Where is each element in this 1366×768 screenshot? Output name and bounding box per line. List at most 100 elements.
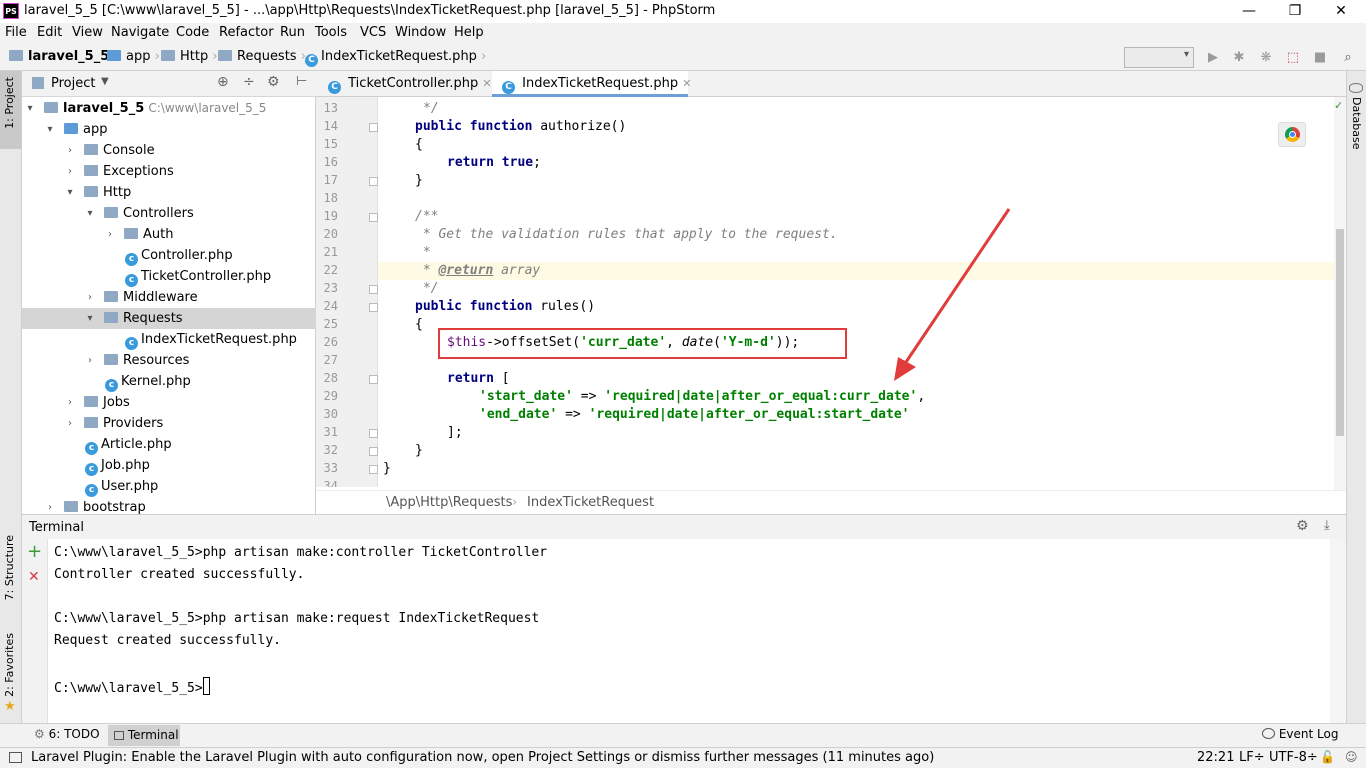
menu-file[interactable]: File bbox=[5, 25, 27, 40]
favorites-tool-tab[interactable]: 2: Favorites ★ bbox=[0, 631, 21, 719]
code-line-19[interactable]: /** bbox=[415, 209, 438, 224]
menu-help[interactable]: Help bbox=[454, 25, 484, 40]
menu-code[interactable]: Code bbox=[176, 25, 209, 40]
tree-item-bootstrap[interactable]: › bootstrap bbox=[22, 497, 316, 514]
close-window-button[interactable]: ✕ bbox=[1318, 0, 1364, 23]
fold-marker-icon[interactable] bbox=[369, 285, 378, 294]
tab-ticketcontroller[interactable]: C TicketController.php ✕ bbox=[318, 71, 492, 97]
menu-vcs[interactable]: VCS bbox=[360, 25, 386, 40]
tree-item-app[interactable]: ▾ app bbox=[22, 119, 316, 140]
terminal-prompt-line[interactable]: C:\www\laravel_5_5> bbox=[54, 677, 210, 696]
code-line-14[interactable]: public function authorize() bbox=[415, 119, 626, 134]
maximize-button[interactable]: ❐ bbox=[1272, 0, 1318, 23]
code-line-32[interactable]: } bbox=[415, 443, 423, 458]
menu-refactor[interactable]: Refactor bbox=[219, 25, 274, 40]
terminal-tool-tab[interactable]: Terminal bbox=[108, 725, 180, 746]
fold-marker-icon[interactable] bbox=[369, 429, 378, 438]
code-line-33[interactable]: } bbox=[383, 461, 391, 476]
profile-icon[interactable]: ⬚ bbox=[1285, 50, 1301, 66]
inspector-icon[interactable]: ☺ bbox=[1345, 750, 1358, 764]
stop-icon[interactable]: ■ bbox=[1312, 50, 1328, 66]
code-line-23[interactable]: */ bbox=[415, 281, 439, 296]
code-line-28[interactable]: return [ bbox=[447, 371, 510, 386]
code-line-13[interactable]: */ bbox=[423, 101, 439, 116]
fold-marker-icon[interactable] bbox=[369, 447, 378, 456]
tree-item-controllers[interactable]: ▾ Controllers bbox=[22, 203, 316, 224]
collapse-all-icon[interactable]: ÷ bbox=[243, 74, 255, 90]
code-line-22[interactable]: * @return array bbox=[415, 263, 540, 278]
tree-item-article-php[interactable]: c Article.php bbox=[22, 434, 316, 455]
structure-tool-tab[interactable]: 7: Structure bbox=[0, 533, 21, 618]
project-view-selector[interactable]: Project bbox=[51, 76, 95, 91]
status-message[interactable]: Laravel Plugin: Enable the Laravel Plugi… bbox=[31, 750, 934, 765]
event-log-tool-tab[interactable]: Event Log bbox=[1262, 727, 1338, 741]
fold-marker-icon[interactable] bbox=[369, 375, 378, 384]
run-icon[interactable]: ▶ bbox=[1205, 50, 1221, 66]
todo-tool-tab[interactable]: ⚙ 6: TODO bbox=[28, 727, 106, 745]
tree-item-controller-php[interactable]: c Controller.php bbox=[22, 245, 316, 266]
scroll-from-source-icon[interactable]: ⊕ bbox=[217, 74, 229, 90]
browser-preview-icon[interactable] bbox=[1278, 122, 1306, 147]
tree-item-ticketcontroller-php[interactable]: c TicketController.php bbox=[22, 266, 316, 287]
code-line-20[interactable]: * Get the validation rules that apply to… bbox=[415, 227, 838, 242]
chevron-down-icon[interactable]: ▼ bbox=[101, 76, 109, 87]
tree-item-indexticketrequest-php[interactable]: c IndexTicketRequest.php bbox=[22, 329, 316, 350]
search-icon[interactable]: ⌕ bbox=[1340, 50, 1356, 66]
tree-item-job-php[interactable]: c Job.php bbox=[22, 455, 316, 476]
coverage-icon[interactable]: ❋ bbox=[1258, 50, 1274, 66]
gear-icon[interactable]: ⚙ bbox=[267, 74, 280, 90]
gear-icon[interactable]: ⚙ bbox=[1296, 518, 1309, 534]
tree-item-auth[interactable]: › Auth bbox=[22, 224, 316, 245]
code-line-29[interactable]: 'start_date' => 'required|date|after_or_… bbox=[479, 389, 925, 404]
database-icon[interactable] bbox=[1349, 83, 1363, 93]
run-config-dropdown[interactable]: ▾ bbox=[1124, 47, 1194, 68]
menu-run[interactable]: Run bbox=[280, 25, 305, 40]
minimize-button[interactable]: — bbox=[1226, 0, 1272, 23]
tree-item-project-root[interactable]: ▾ laravel_5_5 C:\www\laravel_5_5 bbox=[22, 98, 316, 119]
code-line-15[interactable]: { bbox=[415, 137, 423, 152]
breadcrumb-http[interactable]: Http › bbox=[161, 49, 218, 64]
code-line-25[interactable]: { bbox=[415, 317, 423, 332]
close-tab-icon[interactable]: ✕ bbox=[482, 77, 491, 90]
tree-item-jobs[interactable]: › Jobs bbox=[22, 392, 316, 413]
tree-item-requests[interactable]: ▾ Requests bbox=[22, 308, 316, 329]
code-line-16[interactable]: return true; bbox=[447, 155, 541, 170]
editor-crumb-namespace[interactable]: \App\Http\Requests bbox=[386, 495, 512, 510]
project-tool-tab[interactable]: 1: Project bbox=[0, 71, 21, 149]
tree-item-user-php[interactable]: c User.php bbox=[22, 476, 316, 497]
tab-indexticketrequest[interactable]: C IndexTicketRequest.php ✕ bbox=[492, 71, 691, 97]
menu-navigate[interactable]: Navigate bbox=[111, 25, 169, 40]
new-session-icon[interactable]: + bbox=[27, 543, 42, 561]
caret-position[interactable]: 22:21 bbox=[1197, 750, 1234, 765]
breadcrumb-app[interactable]: app › bbox=[107, 49, 160, 64]
tree-item-providers[interactable]: › Providers bbox=[22, 413, 316, 434]
terminal-scrollbar[interactable] bbox=[1330, 539, 1346, 724]
breadcrumb-project[interactable]: laravel_5_5 › bbox=[9, 49, 119, 64]
tree-item-console[interactable]: › Console bbox=[22, 140, 316, 161]
editor-scrollbar[interactable]: ✓ bbox=[1334, 97, 1346, 490]
editor-crumb-class[interactable]: IndexTicketRequest bbox=[527, 495, 654, 510]
tree-item-resources[interactable]: › Resources bbox=[22, 350, 316, 371]
tree-item-http[interactable]: ▾ Http bbox=[22, 182, 316, 203]
database-tool-label[interactable]: Database bbox=[1350, 97, 1363, 150]
menu-edit[interactable]: Edit bbox=[37, 25, 62, 40]
menu-view[interactable]: View bbox=[72, 25, 103, 40]
encoding-selector[interactable]: UTF-8÷ bbox=[1269, 750, 1318, 765]
code-line-24[interactable]: public function rules() bbox=[415, 299, 595, 314]
scroll-thumb[interactable] bbox=[1336, 229, 1344, 436]
close-tab-icon[interactable]: ✕ bbox=[682, 77, 691, 90]
close-session-icon[interactable]: ✕ bbox=[28, 569, 40, 585]
toggle-tool-windows-icon[interactable] bbox=[9, 752, 22, 763]
breadcrumb-requests[interactable]: Requests › bbox=[218, 49, 306, 64]
minimize-panel-icon[interactable]: ⤓ bbox=[1324, 518, 1330, 533]
tree-item-kernel-php[interactable]: c Kernel.php bbox=[22, 371, 316, 392]
code-line-31[interactable]: ]; bbox=[447, 425, 463, 440]
tree-item-exceptions[interactable]: › Exceptions bbox=[22, 161, 316, 182]
hide-panel-icon[interactable]: ⊢ bbox=[296, 74, 307, 89]
lock-icon[interactable]: 🔓 bbox=[1320, 750, 1335, 764]
fold-marker-icon[interactable] bbox=[369, 123, 378, 132]
fold-marker-icon[interactable] bbox=[369, 303, 378, 312]
menu-window[interactable]: Window bbox=[395, 25, 446, 40]
code-line-17[interactable]: } bbox=[415, 173, 423, 188]
breadcrumb-file[interactable]: C IndexTicketRequest.php › bbox=[305, 49, 486, 67]
